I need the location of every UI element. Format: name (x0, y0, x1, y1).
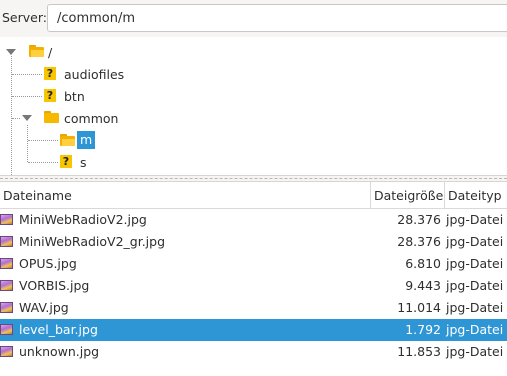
pane-splitter[interactable] (0, 175, 507, 182)
folder-open-icon (29, 45, 44, 57)
file-name: MiniWebRadioV2.jpg (19, 212, 147, 227)
unknown-folder-icon: ? (44, 89, 56, 102)
folder-open-icon (60, 134, 75, 146)
tree-node-audiofiles[interactable]: ? audiofiles (0, 64, 200, 86)
file-row[interactable]: OPUS.jpg 6.810 jpg-Datei (0, 253, 507, 275)
tree-node-m[interactable]: m (0, 130, 200, 152)
file-row[interactable]: VORBIS.jpg 9.443 jpg-Datei (0, 275, 507, 297)
file-name: OPUS.jpg (19, 256, 77, 271)
file-type: jpg-Datei (446, 344, 504, 359)
tree-node-label: audiofiles (64, 67, 125, 82)
file-name: level_bar.jpg (19, 322, 98, 337)
file-size: 28.376 (397, 212, 441, 227)
server-bar: Server: (0, 0, 507, 37)
column-header-name[interactable]: Dateiname (0, 182, 371, 209)
tree-node-label: common (64, 111, 119, 126)
file-size: 11.014 (397, 300, 441, 315)
image-file-icon (0, 258, 13, 269)
column-header-type[interactable]: Dateityp (445, 182, 507, 209)
tree-node-root[interactable]: / (0, 42, 200, 64)
unknown-folder-icon: ? (44, 67, 56, 80)
column-header-size[interactable]: Dateigröße (371, 182, 445, 209)
file-size: 6.810 (405, 256, 441, 271)
file-list-header: Dateiname Dateigröße Dateityp (0, 182, 507, 209)
file-type: jpg-Datei (446, 278, 504, 293)
file-size: 28.376 (397, 234, 441, 249)
image-file-icon (0, 346, 13, 357)
file-type: jpg-Datei (446, 322, 504, 337)
file-row[interactable]: unknown.jpg 11.853 jpg-Datei (0, 341, 507, 363)
expander-down-icon[interactable] (6, 49, 16, 55)
file-list: Dateiname Dateigröße Dateityp MiniWebRad… (0, 182, 507, 376)
server-label: Server: (2, 10, 47, 25)
folder-icon (44, 111, 59, 123)
file-row[interactable]: WAV.jpg 11.014 jpg-Datei (0, 297, 507, 319)
file-row[interactable]: MiniWebRadioV2.jpg 28.376 jpg-Datei (0, 209, 507, 231)
file-name: MiniWebRadioV2_gr.jpg (19, 234, 166, 249)
file-name: WAV.jpg (19, 300, 69, 315)
tree-node-label-selected: m (77, 131, 96, 149)
file-name: VORBIS.jpg (19, 278, 90, 293)
file-type: jpg-Datei (446, 256, 504, 271)
unknown-folder-icon: ? (60, 155, 72, 168)
file-type: jpg-Datei (446, 212, 504, 227)
tree-node-label: / (48, 45, 53, 60)
directory-tree: / ? audiofiles ? btn common m ? s (0, 37, 507, 175)
file-type: jpg-Datei (446, 300, 504, 315)
tree-node-label: btn (64, 89, 85, 104)
file-row[interactable]: MiniWebRadioV2_gr.jpg 28.376 jpg-Datei (0, 231, 507, 253)
tree-node-btn[interactable]: ? btn (0, 86, 200, 108)
file-size: 11.853 (397, 344, 441, 359)
tree-node-label: s (80, 155, 87, 170)
file-row-selected[interactable]: level_bar.jpg 1.792 jpg-Datei (0, 319, 507, 341)
server-path-input[interactable] (47, 4, 507, 32)
expander-down-icon[interactable] (22, 115, 32, 121)
file-name: unknown.jpg (19, 344, 100, 359)
file-size: 1.792 (405, 322, 441, 337)
image-file-icon (0, 280, 13, 291)
image-file-icon (0, 302, 13, 313)
image-file-icon (0, 324, 13, 335)
file-size: 9.443 (405, 278, 441, 293)
image-file-icon (0, 236, 13, 247)
tree-node-s[interactable]: ? s (0, 152, 200, 174)
tree-node-common[interactable]: common (0, 108, 200, 130)
file-type: jpg-Datei (446, 234, 504, 249)
image-file-icon (0, 214, 13, 225)
